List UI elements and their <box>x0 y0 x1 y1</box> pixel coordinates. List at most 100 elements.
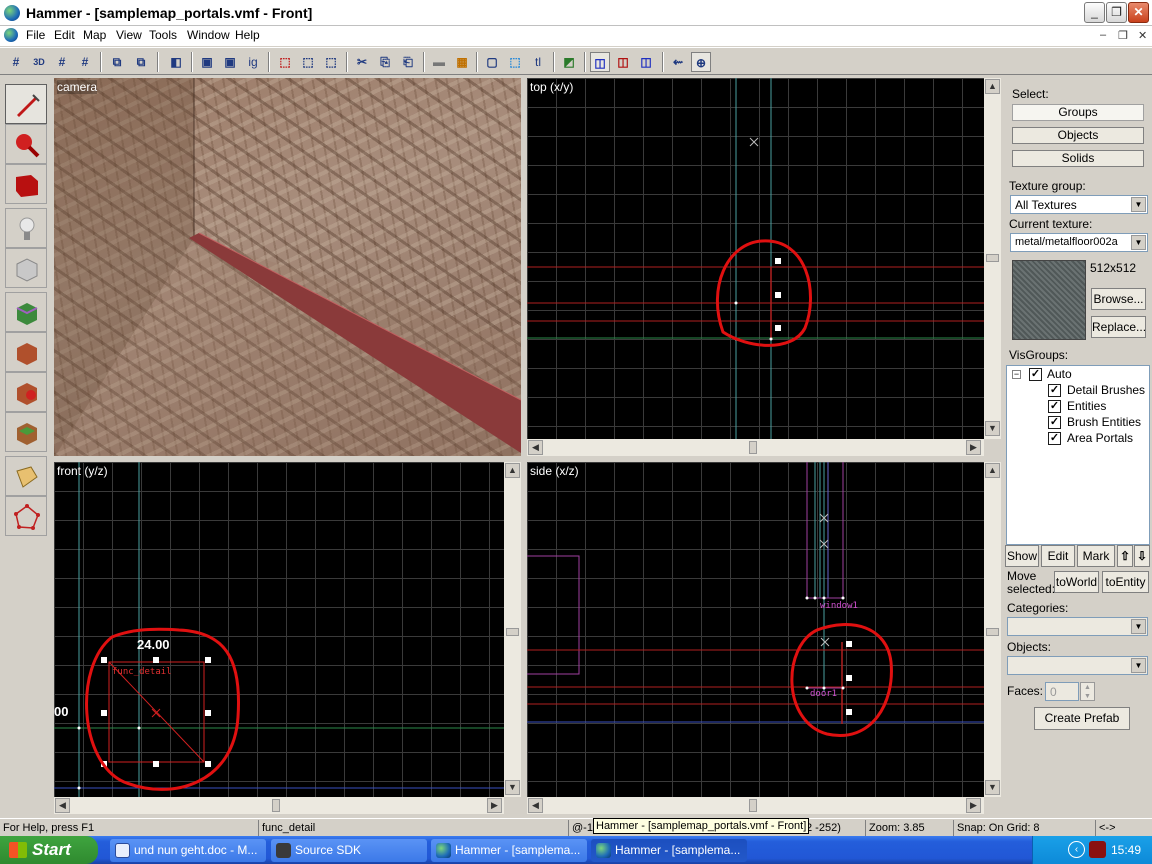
mdi-close-button[interactable]: ✕ <box>1138 29 1147 42</box>
grid-toggle-icon[interactable]: # <box>52 52 72 72</box>
chevron-down-icon[interactable]: ▼ <box>1131 197 1146 212</box>
clock[interactable]: 15:49 <box>1111 843 1141 857</box>
camera-tool[interactable] <box>5 164 47 204</box>
vertex-tool[interactable] <box>5 496 47 536</box>
scroll-right-arrow[interactable]: ▶ <box>487 798 502 813</box>
chevron-down-icon[interactable]: ▼ <box>1131 658 1146 673</box>
menu-file[interactable]: File <box>26 28 45 42</box>
chevron-down-icon[interactable]: ▼ <box>1131 235 1146 250</box>
scroll-up-arrow[interactable]: ▲ <box>505 463 520 478</box>
faces-field[interactable]: 0 <box>1045 682 1079 701</box>
paste-icon[interactable]: ⎗ <box>398 52 418 72</box>
menu-edit[interactable]: Edit <box>54 28 75 42</box>
top-viewport-hscroll[interactable]: ◀ ▶ <box>527 439 984 456</box>
arrow-up-icon[interactable]: ⇧ <box>1117 545 1133 567</box>
overlay-tool[interactable] <box>5 412 47 452</box>
scroll-left-arrow[interactable]: ◀ <box>528 440 543 455</box>
scroll-up-arrow[interactable]: ▲ <box>985 463 1000 478</box>
select-groups-button[interactable]: Groups <box>1012 104 1144 121</box>
visgroup-show-button[interactable]: Show <box>1005 545 1039 567</box>
mdi-restore-button[interactable]: ❐ <box>1118 29 1128 42</box>
mdi-minimize-button[interactable]: – <box>1100 29 1106 41</box>
close-button[interactable]: ✕ <box>1128 2 1149 23</box>
front-viewport-vscroll[interactable]: ▲ ▼ <box>504 462 521 797</box>
faces-spinner[interactable]: ▲ ▼ <box>1080 682 1095 701</box>
taskbar-item-hammer-1[interactable]: Hammer - [samplema... <box>431 839 587 862</box>
side-viewport-hscroll[interactable]: ◀ ▶ <box>527 797 984 814</box>
visgroup-edit-button[interactable]: Edit <box>1041 545 1075 567</box>
arrow-down-icon[interactable]: ⇩ <box>1134 545 1150 567</box>
categories-select[interactable]: ▼ <box>1007 617 1148 636</box>
copy-icon[interactable]: ⎘ <box>375 52 395 72</box>
visgroup-checkbox-entities[interactable]: ✓ <box>1048 400 1061 413</box>
scroll-thumb[interactable] <box>986 628 999 636</box>
ungroup-icon[interactable]: ⧉ <box>131 52 151 72</box>
start-button[interactable]: Start <box>0 836 98 864</box>
decal-tool[interactable] <box>5 372 47 412</box>
scroll-thumb[interactable] <box>986 254 999 262</box>
selection-tool[interactable] <box>5 84 47 124</box>
tl-icon[interactable]: tl <box>528 52 548 72</box>
texture-app-icon[interactable]: ▦ <box>452 52 472 72</box>
camera-viewport[interactable]: camera <box>54 78 521 456</box>
current-texture-select[interactable]: metal/metalfloor002a ▼ <box>1010 233 1148 252</box>
scroll-up-arrow[interactable]: ▲ <box>985 79 1000 94</box>
texture-lock-icon[interactable]: ▬ <box>429 52 449 72</box>
compile-icon[interactable]: ⊕ <box>691 52 711 72</box>
block-tool[interactable] <box>5 248 47 288</box>
top-viewport-vscroll[interactable]: ▲ ▼ <box>984 78 1001 439</box>
cordon-icon[interactable]: ◫ <box>613 52 633 72</box>
scroll-thumb[interactable] <box>272 799 280 812</box>
menu-window[interactable]: Window <box>187 28 230 42</box>
entity-tool[interactable] <box>5 208 47 248</box>
front-viewport[interactable]: front (y/z) 24.00 00 func_detail <box>54 462 504 797</box>
scroll-down-arrow[interactable]: ▼ <box>985 780 1000 795</box>
scroll-thumb[interactable] <box>749 441 757 454</box>
scroll-right-arrow[interactable]: ▶ <box>966 798 981 813</box>
hollow-icon[interactable]: ⬚ <box>298 52 318 72</box>
texture-tool[interactable] <box>5 292 47 332</box>
menu-tools[interactable]: Tools <box>149 28 177 42</box>
texture-group-select[interactable]: All Textures ▼ <box>1010 195 1148 214</box>
menu-view[interactable]: View <box>116 28 142 42</box>
decal-icon[interactable]: ⇜ <box>668 52 688 72</box>
cube-icon[interactable]: ◧ <box>166 52 186 72</box>
document-icon[interactable] <box>4 28 18 42</box>
visgroup-checkbox-detail-brushes[interactable]: ✓ <box>1048 384 1061 397</box>
replace-button[interactable]: Replace... <box>1091 316 1146 338</box>
magnify-tool[interactable] <box>5 124 47 164</box>
taskbar-item-word[interactable]: und nun geht.doc - M... <box>110 839 266 862</box>
visgroup-mark-button[interactable]: Mark <box>1077 545 1115 567</box>
apply-texture-tool[interactable] <box>5 332 47 372</box>
select-solids-button[interactable]: Solids <box>1012 150 1144 167</box>
visgroup-checkbox-brush-entities[interactable]: ✓ <box>1048 416 1061 429</box>
restore-button[interactable]: ❐ <box>1106 2 1127 23</box>
select-visible-icon[interactable]: ⬚ <box>505 52 525 72</box>
side-viewport[interactable]: side (x/z) window1 door1 <box>527 462 984 797</box>
scroll-thumb[interactable] <box>506 628 519 636</box>
taskbar-item-hammer-2[interactable]: Hammer - [samplema... <box>591 839 747 862</box>
dots-icon[interactable]: ◫ <box>636 52 656 72</box>
3d-grid-icon[interactable]: 3D <box>29 52 49 72</box>
taskbar-item-source-sdk[interactable]: Source SDK <box>271 839 427 862</box>
front-viewport-hscroll[interactable]: ◀ ▶ <box>54 797 504 814</box>
browse-button[interactable]: Browse... <box>1091 288 1146 310</box>
menu-help[interactable]: Help <box>235 28 260 42</box>
clipping-tool[interactable] <box>5 456 47 496</box>
tray-app-icon[interactable] <box>1089 841 1106 858</box>
tray-expand-icon[interactable]: ‹ <box>1068 841 1085 858</box>
menu-map[interactable]: Map <box>83 28 106 42</box>
carve-icon[interactable]: ⬚ <box>275 52 295 72</box>
hide-icon[interactable]: ▣ <box>197 52 217 72</box>
visgroups-tree[interactable]: − ✓ Auto ✓ Detail Brushes ✓ Entities ✓ B… <box>1006 365 1150 545</box>
scroll-thumb[interactable] <box>749 799 757 812</box>
side-viewport-vscroll[interactable]: ▲ ▼ <box>984 462 1001 797</box>
show-icon[interactable]: ▣ <box>220 52 240 72</box>
scroll-left-arrow[interactable]: ◀ <box>528 798 543 813</box>
to-entity-button[interactable]: toEntity <box>1102 571 1149 593</box>
dotted-grid-icon[interactable]: # <box>75 52 95 72</box>
ig-icon[interactable]: ig <box>243 52 263 72</box>
select-objects-button[interactable]: Objects <box>1012 127 1144 144</box>
grid-icon[interactable]: # <box>6 52 26 72</box>
scroll-right-arrow[interactable]: ▶ <box>966 440 981 455</box>
